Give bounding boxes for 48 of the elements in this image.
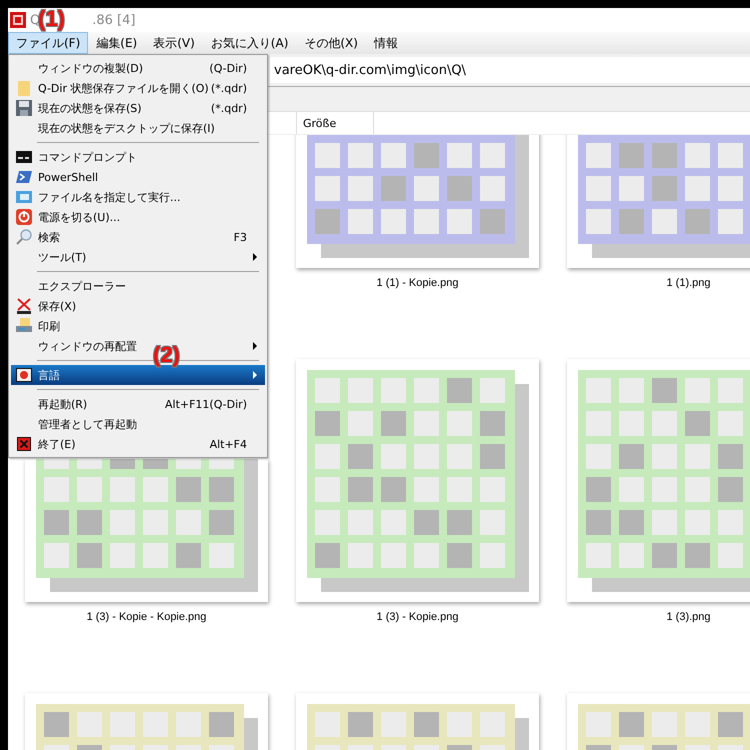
menu-item[interactable]: 印刷 <box>11 316 265 336</box>
menu-item[interactable]: PowerShell <box>11 167 265 187</box>
powershell-icon <box>16 171 32 183</box>
printer-icon <box>16 318 32 334</box>
file-name: 1 (1) - Kopie.png <box>376 277 458 289</box>
file-name: 1 (3).png <box>666 611 711 623</box>
close-icon <box>17 437 31 451</box>
window-title: .86 [4] <box>92 12 136 28</box>
menu-bar-item[interactable]: 表示(V) <box>145 32 203 54</box>
column-header[interactable]: Größe <box>297 112 374 134</box>
submenu-arrow-icon <box>253 371 257 379</box>
file-name: 1 (3) - Kopie.png <box>376 611 458 623</box>
menu-item[interactable]: 終了(E) Alt+F4 <box>11 434 265 454</box>
submenu-arrow-icon <box>253 342 257 350</box>
submenu-arrow-icon <box>253 253 257 261</box>
menu-item[interactable]: 管理者として再起動 <box>11 414 265 434</box>
language-flag-icon <box>16 368 32 382</box>
annotation-label: (1) <box>38 8 65 30</box>
file-name: 1 (3) - Kopie - Kopie.png <box>86 611 206 623</box>
menu-item[interactable]: ファイル名を指定して実行... <box>11 187 265 207</box>
menu-item[interactable]: 再起動(R) Alt+F11(Q-Dir) <box>11 394 265 414</box>
annotation-label: (2) <box>153 344 180 366</box>
image-thumbnail[interactable] <box>25 459 268 602</box>
menu-item[interactable]: ウィンドウの複製(D) (Q-Dir) <box>11 58 265 78</box>
menu-item[interactable]: ツール(T) <box>11 247 265 267</box>
search-icon <box>16 229 32 245</box>
menu-item[interactable]: 現在の状態を保存(S) (*.qdr) <box>11 98 265 118</box>
menu-bar-item[interactable]: 編集(E) <box>88 32 146 54</box>
folder-icon <box>18 80 30 96</box>
menu-item[interactable]: 検索 F3 <box>11 227 265 247</box>
menu-item[interactable]: コマンドプロンプト <box>11 147 265 167</box>
power-icon <box>16 209 32 225</box>
menu-item[interactable]: Q-Dir 状態保存ファイルを開く(O) (*.qdr) <box>11 78 265 98</box>
command-prompt-icon <box>16 151 32 163</box>
menu-bar-item[interactable]: お気に入り(A) <box>202 32 296 54</box>
menu-item[interactable]: 保存(X) <box>11 296 265 316</box>
menu-item[interactable]: エクスプローラー <box>11 276 265 296</box>
file-name: 1 (1).png <box>666 277 711 289</box>
menu-item[interactable]: 現在の状態をデスクトップに保存(I) <box>11 118 265 138</box>
menu-bar-item[interactable]: 情報 <box>366 32 406 54</box>
address-field[interactable]: vareOK\q-dir.com\img\icon\Q\ <box>270 57 750 83</box>
run-dialog-icon <box>16 191 32 203</box>
app-icon <box>10 12 26 28</box>
image-thumbnail[interactable] <box>296 359 539 602</box>
menu-bar-item[interactable]: ファイル(F) <box>8 32 88 54</box>
crossed-tool-icon <box>16 298 32 314</box>
menu-item[interactable]: 電源を切る(U)... <box>11 207 265 227</box>
menu-bar-item[interactable]: その他(X) <box>296 32 366 54</box>
